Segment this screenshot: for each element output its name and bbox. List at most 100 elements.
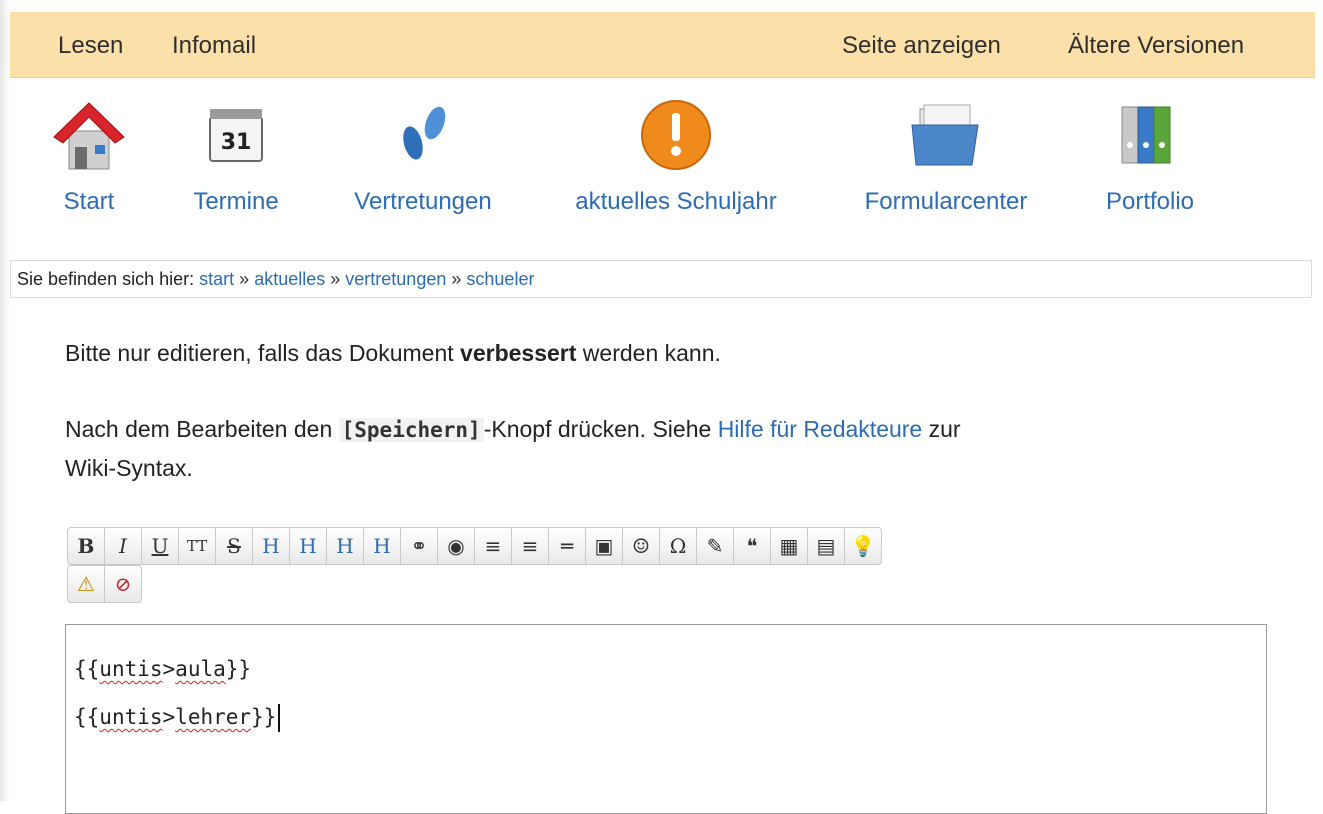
gt-sign: > [162, 657, 176, 681]
breadcrumb-prefix: Sie befinden sich hier: [17, 269, 195, 289]
infomail-link[interactable]: Infomail [172, 32, 256, 60]
brace-open: {{ [74, 705, 100, 729]
wiki-text-editor[interactable]: {{untis>aula}} {{untis>lehrer}} [65, 624, 1267, 814]
link-button[interactable]: ⚭ [400, 527, 438, 565]
link-icon: ⚭ [410, 534, 428, 558]
footprints-icon [403, 106, 446, 160]
breadcrumb-separator: » [239, 269, 250, 289]
edit-hint: Bitte nur editieren, falls das Dokument … [65, 334, 721, 372]
help-editors-link[interactable]: Hilfe für Redakteure [718, 416, 923, 442]
ordered-list-icon: ≡ [484, 534, 502, 558]
nav-label-termine: Termine [193, 188, 279, 215]
older-versions-link[interactable]: Ältere Versionen [1068, 32, 1244, 60]
heading-same-icon: H [262, 534, 280, 558]
stop-button[interactable]: ⊘ [104, 565, 142, 603]
horizontal-rule-icon: ═ [560, 534, 574, 558]
heading-select-button[interactable]: H [363, 527, 401, 565]
horizontal-rule-button[interactable]: ═ [548, 527, 586, 565]
toolbar-row-2: ⚠ ⊘ [67, 565, 1227, 603]
gt-sign: > [162, 705, 176, 729]
monospace-button[interactable]: TT [178, 527, 216, 565]
misspelled-word: lehrer [175, 705, 252, 729]
editor-line: {{untis>lehrer}} [74, 697, 1258, 745]
breadcrumb-vertretungen[interactable]: vertretungen [345, 269, 446, 289]
note-button[interactable]: ▤ [807, 527, 845, 565]
smiley-button[interactable]: ☺ [622, 527, 660, 565]
breadcrumb: Sie befinden sich hier: start » aktuelle… [10, 260, 1312, 298]
heading-same-button[interactable]: H [252, 527, 290, 565]
bold-button[interactable]: B [67, 527, 105, 565]
top-action-bar: Lesen Infomail Seite anzeigen Ältere Ver… [10, 12, 1315, 78]
monospace-icon: TT [186, 537, 208, 555]
special-chars-icon: Ω [669, 534, 687, 558]
breadcrumb-start[interactable]: start [199, 269, 234, 289]
bold-icon: B [77, 534, 95, 558]
hint-text: Bitte nur editieren, falls das Dokument [65, 340, 454, 366]
window-shadow [0, 0, 10, 801]
calendar-icon: 31 [209, 109, 263, 162]
stop-icon: ⊘ [114, 572, 132, 596]
brace-close: }} [225, 657, 252, 681]
media-button[interactable]: ▣ [585, 527, 623, 565]
nav-label-start: Start [63, 188, 115, 215]
nav-label-vertretungen: Vertretungen [354, 188, 492, 215]
media-icon: ▣ [594, 534, 614, 558]
underline-button[interactable]: U [141, 527, 179, 565]
signature-icon: ✎ [706, 534, 724, 558]
heading-lower-icon: H [299, 534, 317, 558]
heading-select-icon: H [373, 534, 391, 558]
toolbar-row-1: B I U TT S H H H H ⚭ ◉ ≡ ≡ ═ ▣ ☺ Ω ✎ ❝ ▦ ▤ 💡 [67, 527, 1227, 565]
hint-bold: verbessert [460, 340, 577, 366]
signature-button[interactable]: ✎ [696, 527, 734, 565]
misspelled-word: aula [175, 657, 226, 681]
hint-text-end: werden kann. [582, 340, 721, 366]
special-chars-button[interactable]: Ω [659, 527, 697, 565]
save-hint-mid: -Knopf drücken. Siehe [483, 416, 712, 442]
save-hint: Nach dem Bearbeiten den [Speichern] -Knop… [65, 410, 961, 487]
external-link-button[interactable]: ◉ [437, 527, 475, 565]
binders-icon [1121, 106, 1171, 164]
editor-toolbar: B I U TT S H H H H ⚭ ◉ ≡ ≡ ═ ▣ ☺ Ω ✎ ❝ ▦ ▤ 💡 ⚠ ⊘ [67, 527, 1227, 603]
folder-icon [911, 104, 979, 166]
breadcrumb-aktuelles[interactable]: aktuelles [254, 269, 325, 289]
nav-label-portfolio: Portfolio [1105, 188, 1195, 215]
show-page-link[interactable]: Seite anzeigen [842, 32, 1001, 60]
tip-button[interactable]: 💡 [844, 527, 882, 565]
italic-button[interactable]: I [104, 527, 142, 565]
breadcrumb-separator: » [330, 269, 341, 289]
breadcrumb-schueler[interactable]: schueler [466, 269, 534, 289]
read-link[interactable]: Lesen [58, 32, 123, 60]
nav-label-schuljahr: aktuelles Schuljahr [575, 188, 777, 215]
home-icon [53, 102, 125, 170]
table-icon: ▦ [779, 534, 799, 558]
save-hint-end: zur [928, 416, 961, 442]
smiley-icon: ☺ [632, 534, 650, 558]
save-hint-text: Nach dem Bearbeiten den [65, 416, 333, 442]
italic-icon: I [119, 534, 127, 558]
brace-close: }} [251, 705, 277, 729]
brace-open: {{ [74, 657, 100, 681]
strikethrough-button[interactable]: S [215, 527, 253, 565]
heading-lower-button[interactable]: H [289, 527, 327, 565]
unordered-list-icon: ≡ [521, 534, 539, 558]
svg-text:31: 31 [221, 130, 252, 155]
unordered-list-button[interactable]: ≡ [511, 527, 549, 565]
save-code-chip: [Speichern] [338, 418, 484, 442]
table-button[interactable]: ▦ [770, 527, 808, 565]
heading-higher-icon: H [336, 534, 354, 558]
quote-button[interactable]: ❝ [733, 527, 771, 565]
text-caret [278, 704, 281, 732]
heading-higher-button[interactable]: H [326, 527, 364, 565]
wiki-syntax-text: Wiki-Syntax. [65, 455, 193, 481]
exclamation-icon [641, 100, 711, 170]
strikethrough-icon: S [227, 534, 241, 558]
underline-icon: U [151, 534, 169, 558]
warning-icon: ⚠ [77, 572, 95, 596]
breadcrumb-separator: » [451, 269, 462, 289]
ordered-list-button[interactable]: ≡ [474, 527, 512, 565]
warning-button[interactable]: ⚠ [67, 565, 105, 603]
misspelled-word: untis [99, 657, 163, 681]
misspelled-word: untis [99, 705, 163, 729]
quote-icon: ❝ [746, 534, 758, 558]
wiki-page: Lesen Infomail Seite anzeigen Ältere Ver… [10, 0, 1323, 814]
